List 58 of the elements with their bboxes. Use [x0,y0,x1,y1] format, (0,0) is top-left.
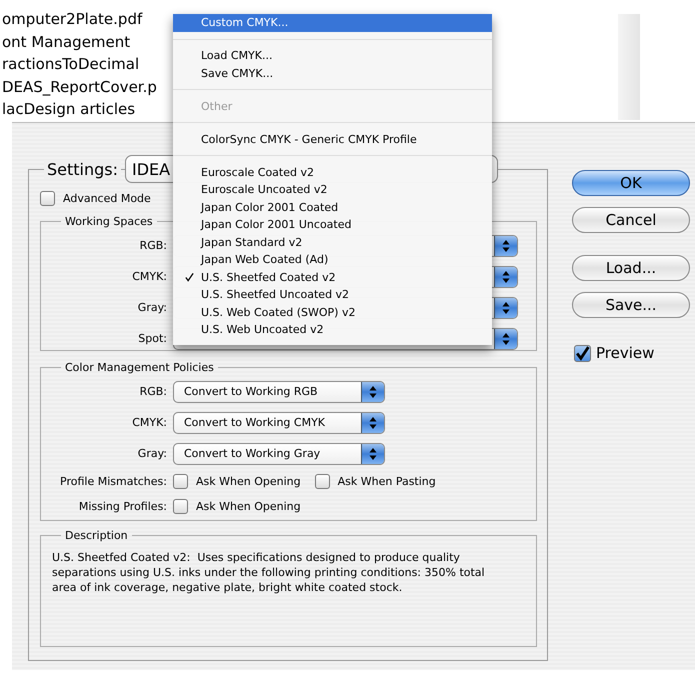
group-title: Description [64,529,129,542]
stepper-arrows-icon [361,412,384,432]
preview-checkbox[interactable] [574,344,591,362]
field-label: Gray: [136,301,168,314]
field-label: CMYK: [131,416,168,429]
menu-item[interactable]: U.S. Sheetfed Uncoated v2 [173,286,492,304]
menu-item[interactable]: Japan Web Coated (Ad) [173,251,492,268]
checkbox[interactable] [173,474,188,489]
field-label: Spot: [137,332,168,345]
menu-item[interactable]: U.S. Sheetfed Coated v2 [173,268,492,286]
field-label: Missing Profiles: [78,500,168,513]
checkbox[interactable] [314,474,330,489]
dialog-button[interactable]: Cancel [572,207,690,233]
file-name[interactable]: omputer2Plate.pdf [0,8,142,30]
advanced-mode-checkbox[interactable] [40,191,55,206]
preview-label: Preview [596,344,654,362]
menu-item[interactable]: Euroscale Coated v2 [173,164,492,181]
stepper-arrows-icon [361,382,384,402]
checkbox[interactable] [173,499,188,514]
menu-item[interactable]: Japan Standard v2 [173,234,492,251]
stepper-arrows-icon [494,236,517,256]
checkbox-label: Ask When Opening [196,475,301,488]
field-label: RGB: [138,239,168,252]
settings-label: Settings: [44,160,122,178]
field-label: Gray: [136,447,168,460]
field-label: Profile Mismatches: [59,475,168,488]
checkbox-label: Ask When Pasting [338,475,436,488]
menu-item[interactable]: Load CMYK... [173,47,492,64]
stepper-arrows-icon [494,266,517,286]
field-label: RGB: [138,385,168,398]
field-label: CMYK: [131,270,168,283]
file-name[interactable]: DEAS_ReportCover.p [0,76,157,98]
file-name[interactable]: ont Management [0,30,130,53]
menu-item[interactable]: U.S. Web Uncoated v2 [173,321,492,338]
menu-item[interactable]: Euroscale Uncoated v2 [173,181,492,198]
menu-item[interactable]: Save CMYK... [173,64,492,82]
dialog-button[interactable]: OK [572,170,690,196]
dialog-button[interactable]: Load... [572,255,690,281]
policy-popup[interactable]: Convert to Working Gray [173,442,385,464]
description-text: U.S. Sheetfed Coated v2: Uses specifications designed to produce quality separations using U.S. inks under the following printing conditions: 350% total area of ink coverage, negative plate, bright white coated stock. [52,550,486,595]
file-name[interactable]: lacDesign articles [0,98,136,120]
advanced-mode-label: Advanced Mode [63,192,151,205]
stepper-arrows-icon [494,298,517,318]
file-name[interactable]: ractionsToDecimal [0,53,140,76]
menu-item[interactable]: Custom CMYK... [173,14,492,32]
dialog-button[interactable]: Save... [572,292,690,318]
checkbox-label: Ask When Opening [196,500,301,513]
group-title: Color Management Policies [64,361,215,374]
policy-popup[interactable]: Convert to Working CMYK [173,412,385,434]
stepper-arrows-icon [361,444,384,464]
group-title: Working Spaces [64,215,154,228]
menu-item[interactable]: U.S. Web Coated (SWOP) v2 [173,304,492,321]
menu-item[interactable]: ColorSync CMYK - Generic CMYK Profile [173,130,492,148]
policy-popup[interactable]: Convert to Working RGB [173,380,385,402]
stepper-arrows-icon [494,328,517,348]
menu-item[interactable]: Japan Color 2001 Coated [173,198,492,216]
menu-item[interactable]: Japan Color 2001 Uncoated [173,216,492,234]
scrollbar[interactable] [618,14,640,120]
